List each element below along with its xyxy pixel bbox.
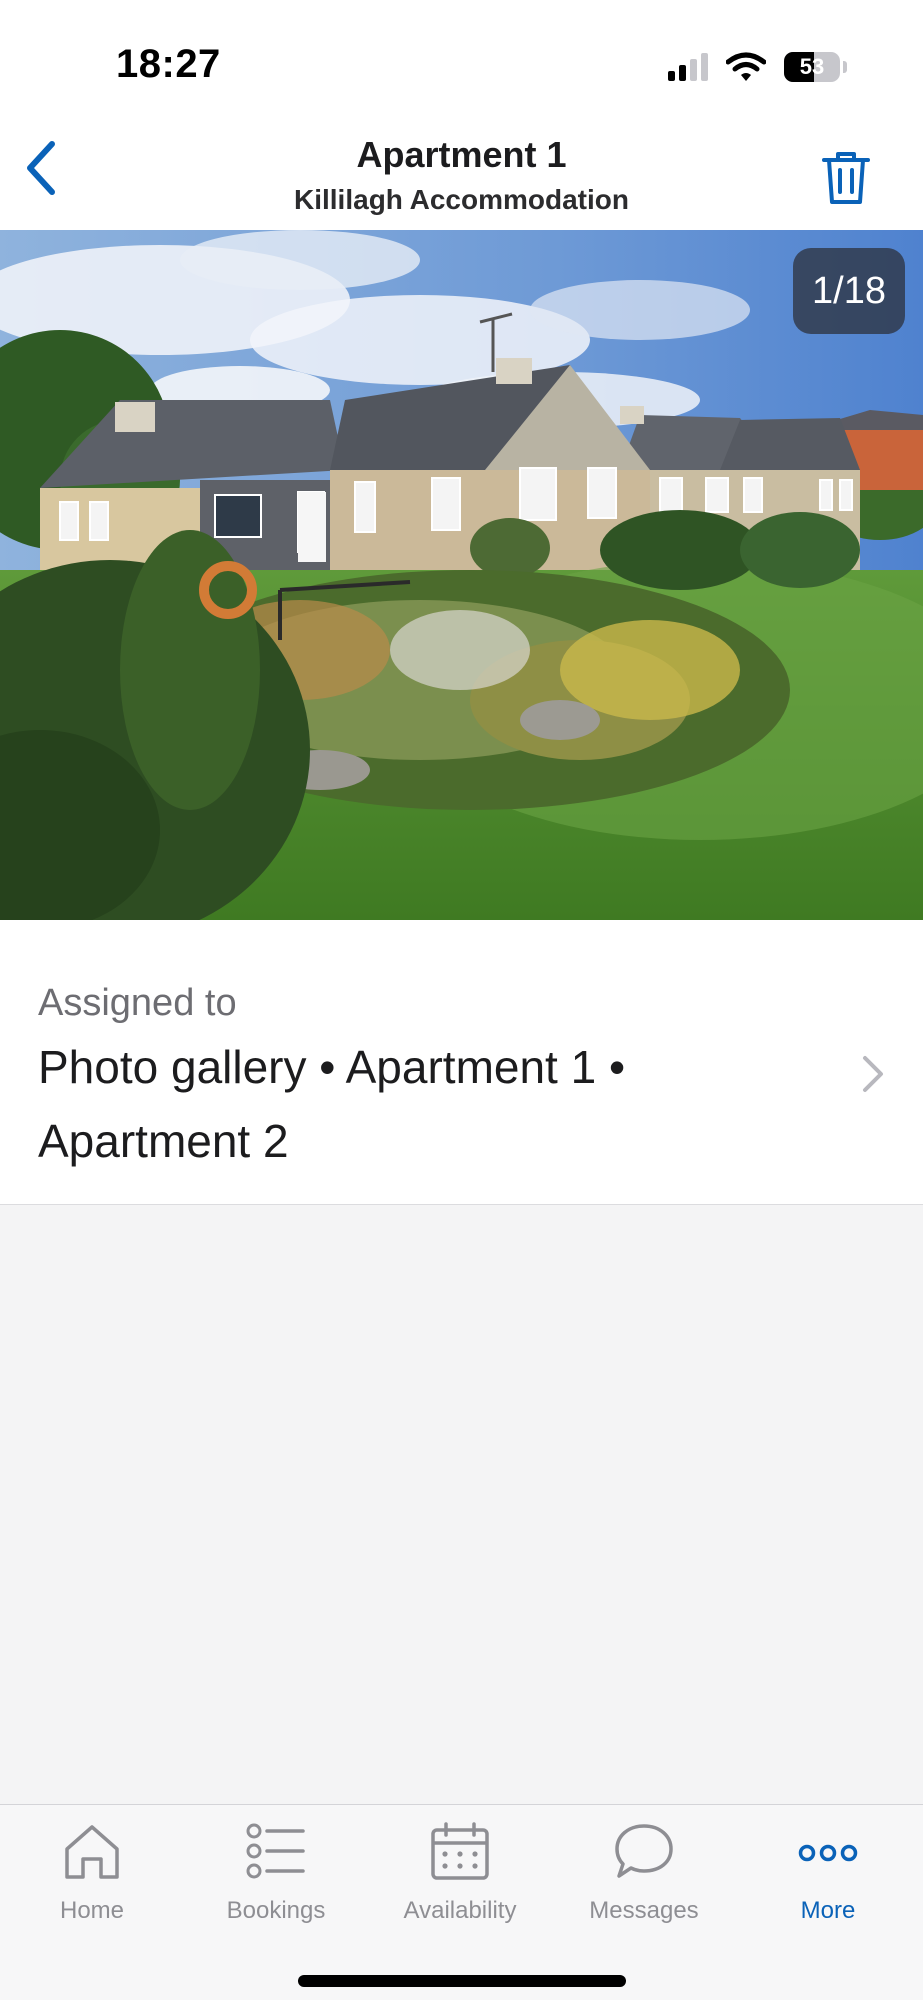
tab-home-label: Home (59, 1897, 125, 1924)
wifi-icon (726, 52, 766, 81)
chevron-right-icon (863, 1056, 883, 1092)
list-icon (244, 1819, 308, 1883)
tab-bar: Home Bookings Availability Messages More (0, 1804, 923, 2000)
nav-bar: Apartment 1 Killilagh Accommodation (0, 120, 923, 230)
photo-counter: 1/18 (793, 248, 905, 334)
assigned-to-row[interactable]: Assigned to Photo gallery • Apartment 1 … (0, 920, 923, 1205)
tab-availability[interactable]: Availability (368, 1819, 552, 1939)
home-indicator (298, 1975, 626, 1987)
more-dots-icon (796, 1819, 860, 1883)
page-title: Apartment 1 (356, 134, 567, 175)
signal-icon (668, 53, 708, 81)
battery-percent: 53 (799, 54, 825, 79)
trash-icon (822, 152, 870, 204)
battery-cap (843, 61, 847, 73)
property-photo[interactable]: 1/18 (0, 230, 923, 920)
screen: 18:27 53 Apartment 1 Killilagh Accommoda… (0, 0, 923, 2000)
home-icon (60, 1819, 124, 1883)
calendar-icon (428, 1819, 492, 1883)
chat-bubble-icon (612, 1819, 676, 1883)
house-image (0, 230, 923, 920)
tab-availability-label: Availability (403, 1897, 517, 1924)
page-subtitle: Killilagh Accommodation (294, 184, 629, 215)
status-icons: 53 (668, 52, 847, 82)
tab-bookings[interactable]: Bookings (184, 1819, 368, 1939)
status-bar: 18:27 53 (0, 0, 923, 120)
assigned-value: Photo gallery • Apartment 1 • Apartment … (38, 1041, 626, 1167)
battery-icon: 53 (784, 52, 840, 82)
tab-more-label: More (800, 1897, 856, 1924)
tab-bookings-label: Bookings (226, 1897, 326, 1924)
tab-home[interactable]: Home (0, 1819, 184, 1939)
tab-more[interactable]: More (736, 1819, 920, 1939)
tab-messages-label: Messages (589, 1897, 699, 1924)
status-time: 18:27 (116, 42, 221, 86)
delete-button[interactable] (819, 148, 873, 208)
assigned-label: Assigned to (38, 982, 237, 1024)
tab-messages[interactable]: Messages (552, 1819, 736, 1939)
